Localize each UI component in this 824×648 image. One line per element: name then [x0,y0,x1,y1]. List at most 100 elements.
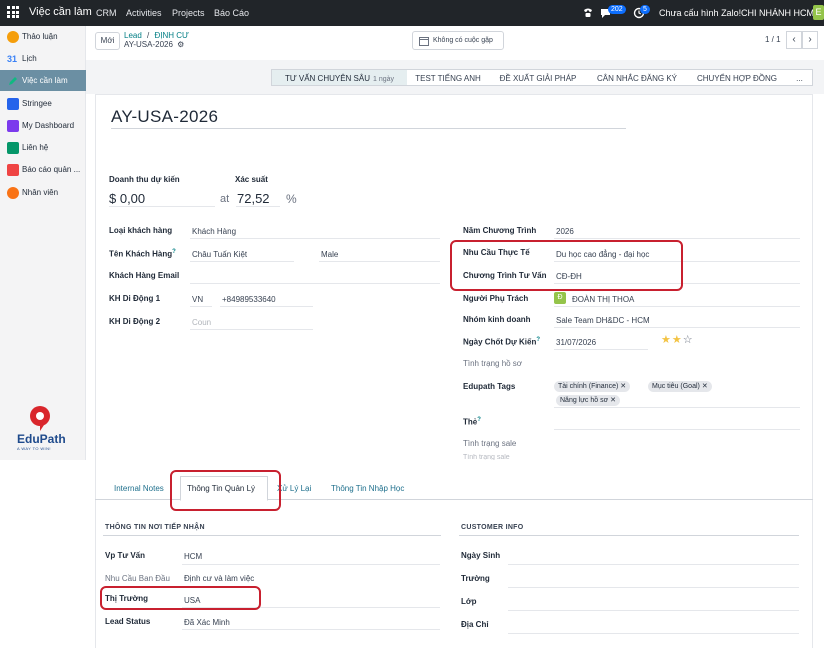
app-name[interactable]: Việc cần làm [29,6,92,18]
field-underline [182,629,440,630]
stage-label: TEST TIẾNG ANH [415,74,481,83]
stage-tu-van-chuyen-sau[interactable]: TƯ VẤN CHUYÊN SÂU 1 ngày [271,69,407,86]
tab-xu-ly-lai[interactable]: Xử Lý Lại [277,484,311,493]
company-switcher[interactable]: CHI NHÁNH HCM [741,8,814,18]
tab-internal-notes[interactable]: Internal Notes [114,484,164,493]
year-value[interactable]: 2026 [556,227,574,236]
sidebar-item-label: Nhân viên [22,188,59,197]
sidebar-item-thao-luan[interactable]: Thảo luận [0,26,86,47]
close-date-value[interactable]: 31/07/2026 [556,338,596,347]
stage-can-nhac-dang-ky[interactable]: CÂN NHẮC ĐĂNG KÝ [587,69,687,86]
menu-activities[interactable]: Activities [126,8,162,18]
phone2-country-input[interactable]: Coun [192,318,211,327]
breadcrumb-stage[interactable]: ĐỊNH CƯ [155,31,189,40]
owner-value[interactable]: ĐOÀN THỊ THOA [572,295,634,304]
team-value[interactable]: Sale Team DH&DC - HCM [556,316,650,325]
priority-stars[interactable]: ★★☆ [661,333,694,346]
pager-next-button[interactable]: › [802,31,818,49]
menu-bao-cao[interactable]: Báo Cáo [214,8,249,18]
advisor-value[interactable]: HCM [184,552,202,561]
address-input[interactable] [508,633,799,634]
field-underline [554,327,800,328]
highlight-box-market [100,586,261,610]
phone1-country[interactable]: VN [192,295,203,304]
sidebar-item-my-dashboard[interactable]: My Dashboard [0,115,86,136]
school-input[interactable] [508,587,799,588]
field-underline [554,349,648,350]
close-icon[interactable]: ✕ [610,397,616,404]
menu-projects[interactable]: Projects [172,8,205,18]
gear-icon[interactable]: ⚙ [177,40,184,49]
the-input[interactable] [554,429,800,430]
sidebar-item-bao-cao-quan[interactable]: Báo cáo quản ... [0,159,86,180]
new-button[interactable]: Mới [95,32,120,50]
star-filled-icon[interactable]: ★ [672,334,683,346]
email-input[interactable] [190,283,440,284]
sidebar-item-lich[interactable]: 31 Lịch [0,48,86,69]
tag-label: Năng lực hồ sơ [560,397,609,404]
meeting-button[interactable]: Không có cuộc gặp [412,31,504,50]
sidebar-item-viec-can-lam[interactable]: Việc cần làm [0,70,86,91]
app-grid-icon[interactable] [7,6,19,18]
stage-de-xuat-giai-phap[interactable]: ĐỀ XUẤT GIẢI PHÁP [489,69,587,86]
tag-finance[interactable]: Tài chính (Finance) ✕ [554,381,631,392]
meeting-label: Không có cuộc gặp [433,37,493,44]
sidebar [0,26,86,460]
revenue-value[interactable]: $ 0,00 [109,191,145,206]
pager-prev-button[interactable]: ‹ [786,31,802,49]
help-icon[interactable]: ? [477,417,481,423]
field-underline [554,306,800,307]
sidebar-item-label: My Dashboard [22,121,75,130]
gender-value[interactable]: Male [321,250,338,259]
record-title[interactable]: AY-USA-2026 [111,107,218,127]
birthday-input[interactable] [508,564,799,565]
the-label: Thẻ? [463,417,481,427]
logo-tagline: A WAY TO WIN! [17,446,51,451]
owner-label: Người Phụ Trách [463,294,529,303]
sidebar-item-label: Stringee [22,99,52,108]
zalo-status[interactable]: Chưa cấu hình Zalo! [659,8,741,18]
phone1-value[interactable]: +84989533640 [222,295,276,304]
star-empty-icon[interactable]: ☆ [683,334,694,346]
top-navbar: Việc cần làm CRM Activities Projects Báo… [0,0,824,26]
field-underline [220,306,313,307]
close-icon[interactable]: ✕ [620,383,626,390]
breadcrumb-lead[interactable]: Lead [124,31,142,40]
help-icon[interactable]: ? [172,249,176,255]
star-filled-icon[interactable]: ★ [661,334,672,346]
customer-type-value[interactable]: Khách Hàng [192,227,236,236]
phone2-label: KH Di Động 2 [109,317,161,326]
pager-value[interactable]: 1 / 1 [765,35,781,44]
sidebar-item-lien-he[interactable]: Liên hệ [0,137,86,158]
stage-more[interactable]: ... [787,69,813,86]
doc-status-label: Tình trạng hồ sơ [463,359,523,368]
lead-status-value[interactable]: Đã Xác Minh [184,618,230,627]
sidebar-item-stringee[interactable]: Stringee [0,93,86,114]
logo-mark-icon [30,406,50,431]
field-underline [190,238,440,239]
close-icon[interactable]: ✕ [702,383,708,390]
stage-test-tieng-anh[interactable]: TEST TIẾNG ANH [407,69,489,86]
menu-crm[interactable]: CRM [96,8,117,18]
sidebar-item-nhan-vien[interactable]: Nhân viên [0,182,86,203]
customer-name-value[interactable]: Châu Tuấn Kiệt [192,250,247,259]
advisor-label: Vp Tư Vấn [105,551,146,560]
class-input[interactable] [508,610,799,611]
stage-chuyen-hop-dong[interactable]: CHUYỂN HỢP ĐỒNG [687,69,787,86]
phone-icon[interactable] [582,7,594,19]
help-icon[interactable]: ? [536,337,540,343]
calendar-icon: 31 [7,53,18,64]
employees-icon [7,186,19,199]
intake-section-title: THÔNG TIN NƠI TIẾP NHẬN [105,524,205,531]
user-avatar[interactable]: E [813,5,824,20]
tag-goal[interactable]: Mục tiêu (Goal) ✕ [648,381,712,392]
customer-name-label-text: Tên Khách Hàng [109,249,173,259]
stringee-icon [7,97,19,110]
tab-thong-tin-nhap-hoc[interactable]: Thông Tin Nhập Học [331,484,404,493]
section-divider [459,535,799,536]
probability-value[interactable]: 72,52 [237,191,270,206]
stage-label: CÂN NHẮC ĐĂNG KÝ [596,74,677,83]
probability-underline [236,206,280,207]
initial-need-value[interactable]: Định cư và làm việc [184,574,254,583]
tag-profile[interactable]: Năng lực hồ sơ ✕ [556,395,621,406]
